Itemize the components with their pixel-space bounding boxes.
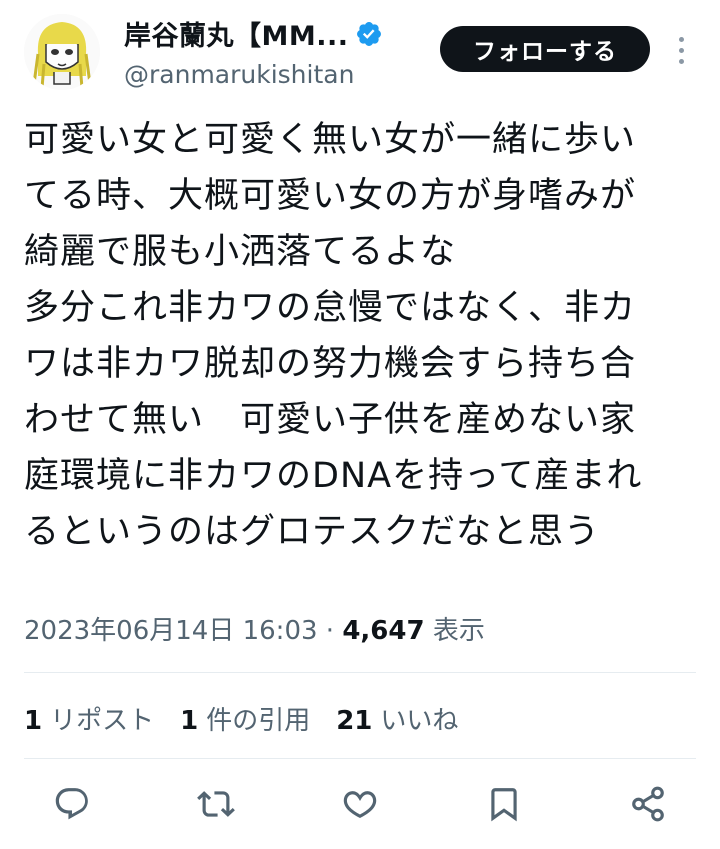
tweet-text: 可愛い女と可愛く無い女が一緒に歩い てる時、大概可愛い女の方が身嗜みが 綺麗で服も小…: [24, 112, 696, 560]
likes-count: 21: [336, 706, 373, 736]
like-icon[interactable]: [340, 784, 380, 824]
views-count: 4,647: [342, 616, 425, 646]
verified-badge-icon: [356, 21, 381, 46]
quotes-stat[interactable]: 1 件の引用: [180, 700, 310, 737]
likes-label: いいね: [380, 706, 459, 736]
tweet-line: ワは非カワ脱却の努力機会すら持ち合: [24, 344, 637, 384]
likes-stat[interactable]: 21 いいね: [336, 700, 458, 737]
views-label: 表示: [424, 616, 485, 646]
divider: [24, 672, 696, 673]
author-display-name[interactable]: 岸谷蘭丸【MM...: [124, 14, 349, 53]
reposts-stat[interactable]: 1 リポスト: [24, 700, 154, 737]
tweet-line: 庭環境に非カワのDNAを持って産まれ: [24, 456, 643, 496]
tweet-line: てる時、大概可愛い女の方が身嗜みが: [24, 176, 637, 216]
tweet-line: 多分これ非カワの怠慢ではなく、非カ: [24, 288, 637, 328]
tweet-line: るというのはグロテスクだなと思う: [24, 512, 601, 552]
tweet-line: 綺麗で服も小洒落てるよな: [24, 232, 457, 272]
tweet-meta: 2023年06月14日 16:03 · 4,647 表示: [24, 610, 485, 647]
share-icon[interactable]: [628, 784, 668, 824]
bookmark-icon[interactable]: [484, 784, 524, 824]
reply-icon[interactable]: [52, 784, 92, 824]
retweet-icon[interactable]: [196, 784, 236, 824]
follow-button[interactable]: フォローする: [440, 26, 650, 72]
tweet-line: わせて無い 可愛い子供を産めない家: [24, 400, 637, 440]
avatar[interactable]: [24, 14, 100, 90]
action-bar: [0, 772, 720, 834]
tweet-timestamp[interactable]: 2023年06月14日 16:03: [24, 616, 318, 646]
quotes-count: 1: [180, 706, 199, 736]
tweet-line: 可愛い女と可愛く無い女が一緒に歩い: [24, 120, 637, 160]
reposts-label: リポスト: [50, 706, 155, 736]
quotes-label: 件の引用: [206, 706, 311, 736]
tweet-header: 岸谷蘭丸【MM... @ranmarukishitan フォローする: [0, 0, 720, 110]
more-options-icon[interactable]: [666, 28, 696, 72]
engagement-stats: 1 リポスト 1 件の引用 21 いいね: [24, 700, 484, 737]
divider: [24, 758, 696, 759]
author-handle[interactable]: @ranmarukishitan: [124, 60, 354, 89]
reposts-count: 1: [24, 706, 43, 736]
author-name-row[interactable]: 岸谷蘭丸【MM...: [124, 14, 383, 53]
meta-separator: ·: [317, 616, 343, 646]
